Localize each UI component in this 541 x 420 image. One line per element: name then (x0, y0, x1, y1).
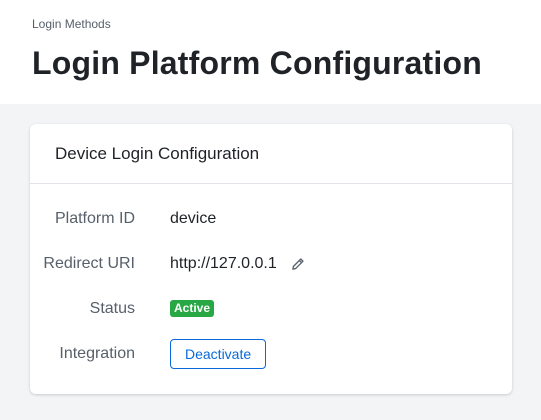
status-badge: Active (170, 300, 215, 317)
platform-id-label: Platform ID (54, 209, 135, 227)
redirect-uri-value: http://127.0.0.1 (170, 254, 277, 272)
main-content: Device Login Configuration Platform ID d… (0, 104, 541, 394)
platform-id-row: Platform ID device (30, 196, 512, 241)
card-header: Device Login Configuration (30, 124, 512, 184)
status-label: Status (89, 299, 135, 317)
redirect-uri-row: Redirect URI http://127.0.0.1 (30, 241, 512, 286)
deactivate-button[interactable]: Deactivate (170, 338, 267, 369)
integration-label: Integration (59, 344, 135, 362)
redirect-uri-label: Redirect URI (43, 254, 135, 272)
platform-id-value: device (170, 209, 217, 227)
breadcrumb[interactable]: Login Methods (32, 17, 509, 31)
page-title: Login Platform Configuration (32, 45, 482, 81)
page-header: Login Methods Login Platform Configurati… (0, 0, 541, 104)
integration-row: Integration Deactivate (30, 331, 512, 376)
redirect-uri-value-group: http://127.0.0.1 (170, 255, 305, 273)
card-body: Platform ID device Redirect URI http://1… (30, 184, 512, 376)
card-title: Device Login Configuration (55, 144, 260, 163)
pencil-icon[interactable] (291, 257, 305, 271)
device-login-card: Device Login Configuration Platform ID d… (30, 124, 512, 394)
status-row: Status Active (30, 286, 512, 331)
